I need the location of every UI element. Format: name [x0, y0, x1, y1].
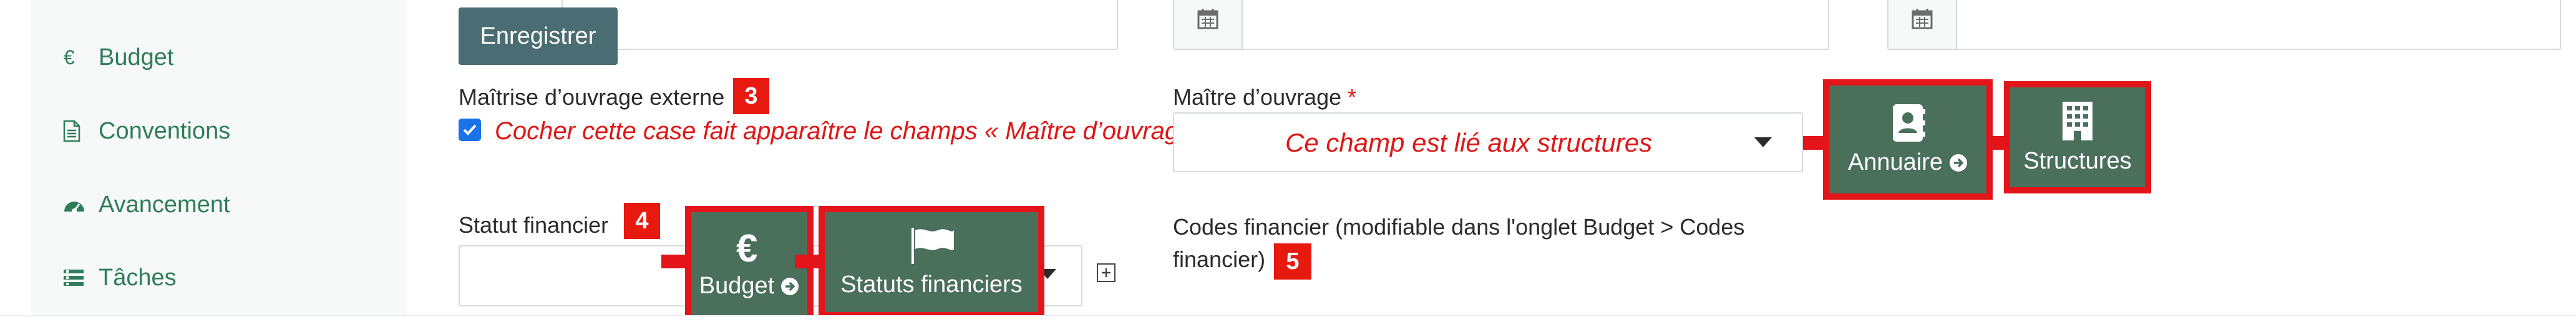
arrow-circle-right-icon	[781, 277, 799, 295]
structures-tile[interactable]: Structures	[2004, 81, 2151, 193]
statuts-financiers-label: Statuts financiers	[840, 271, 1023, 298]
maitre-note: Ce champ est lié aux structures	[1285, 128, 1653, 157]
codes-financier-label: Codes financier (modifiable dans l'ongle…	[1173, 214, 1745, 272]
building-icon	[2063, 101, 2092, 140]
svg-text:€: €	[736, 229, 757, 266]
date-input-start[interactable]	[1173, 0, 1829, 50]
maitrise-note: Cocher cette case fait apparaître le cha…	[495, 117, 1213, 145]
top-text-input[interactable]	[561, 0, 1118, 50]
step-badge-4: 4	[624, 203, 660, 239]
sidebar-item-taches[interactable]: Tâches	[62, 253, 177, 303]
bottom-divider	[0, 315, 2576, 327]
structures-label: Structures	[2023, 147, 2132, 174]
annuaire-tile[interactable]: Annuaire	[1823, 79, 1993, 200]
tasks-icon	[62, 268, 99, 287]
chevron-down-icon[interactable]	[1754, 137, 1772, 147]
sidebar: € Budget Conventions Avancement Tâches	[31, 0, 407, 315]
arrow-circle-right-icon	[1950, 154, 1968, 172]
svg-text:€: €	[64, 47, 75, 68]
calendar-icon[interactable]	[1888, 0, 1957, 49]
required-mark: *	[1348, 84, 1357, 110]
contact-book-icon	[1893, 104, 1925, 142]
sidebar-item-label: Tâches	[99, 264, 177, 291]
euro-icon: €	[62, 47, 99, 68]
sidebar-item-label: Budget	[99, 44, 174, 71]
euro-icon: €	[736, 229, 757, 266]
dashboard-icon	[62, 194, 99, 215]
main-form: Enregistrer Maîtrise d’ouvrage externe 3…	[406, 0, 2576, 323]
sidebar-item-avancement[interactable]: Avancement	[62, 180, 230, 230]
document-icon	[62, 120, 99, 142]
budget-tile-label: Budget	[699, 273, 775, 299]
sidebar-item-conventions[interactable]: Conventions	[62, 106, 230, 156]
maitre-ouvrage-label: Maître d’ouvrage *	[1173, 84, 1357, 110]
app-frame: € Budget Conventions Avancement Tâches E…	[0, 0, 2576, 327]
flag-icon	[911, 227, 954, 264]
add-icon[interactable]	[1097, 263, 1115, 282]
sidebar-item-label: Avancement	[99, 191, 230, 218]
statut-financier-label: Statut financier	[459, 212, 609, 238]
step-badge-5: 5	[1274, 243, 1311, 280]
calendar-icon[interactable]	[1174, 0, 1243, 49]
date-input-end[interactable]	[1887, 0, 2561, 50]
annuaire-label: Annuaire	[1847, 149, 1943, 175]
save-button[interactable]: Enregistrer	[459, 7, 618, 65]
statuts-financiers-tile[interactable]: Statuts financiers	[819, 206, 1044, 318]
sidebar-item-budget[interactable]: € Budget	[62, 32, 173, 82]
maitrise-externe-label: Maîtrise d’ouvrage externe	[459, 84, 725, 110]
step-badge-3: 3	[733, 78, 769, 114]
maitrise-externe-checkbox[interactable]	[459, 119, 481, 141]
sidebar-item-label: Conventions	[99, 117, 231, 144]
